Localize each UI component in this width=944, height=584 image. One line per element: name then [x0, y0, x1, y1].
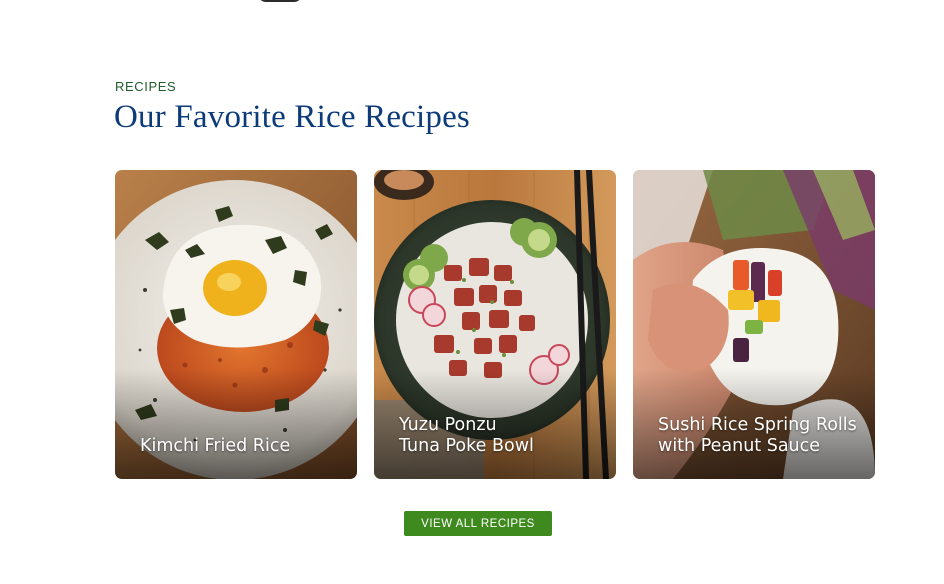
section-eyebrow: RECIPES — [115, 79, 177, 94]
recipe-card-title: Sushi Rice Spring Rolls with Peanut Sauc… — [658, 415, 857, 456]
recipe-card-title: Kimchi Fried Rice — [140, 436, 291, 456]
section-title: Our Favorite Rice Recipes — [114, 99, 470, 135]
recipes-section: RECIPES Our Favorite Rice Recipes Kimchi… — [0, 0, 944, 584]
recipe-card-kimchi-fried-rice[interactable]: Kimchi Fried Rice — [115, 170, 357, 479]
recipe-card-tuna-poke-bowl[interactable]: Yuzu Ponzu Tuna Poke Bowl — [374, 170, 616, 479]
view-all-recipes-button[interactable]: VIEW ALL RECIPES — [404, 511, 552, 536]
partial-image-edge — [258, 0, 302, 2]
recipe-card-list: Kimchi Fried Rice Yuzu Ponzu Tuna Poke B… — [115, 170, 875, 479]
recipe-card-sushi-rice-spring-rolls[interactable]: Sushi Rice Spring Rolls with Peanut Sauc… — [633, 170, 875, 479]
recipe-card-title: Yuzu Ponzu Tuna Poke Bowl — [399, 415, 534, 456]
